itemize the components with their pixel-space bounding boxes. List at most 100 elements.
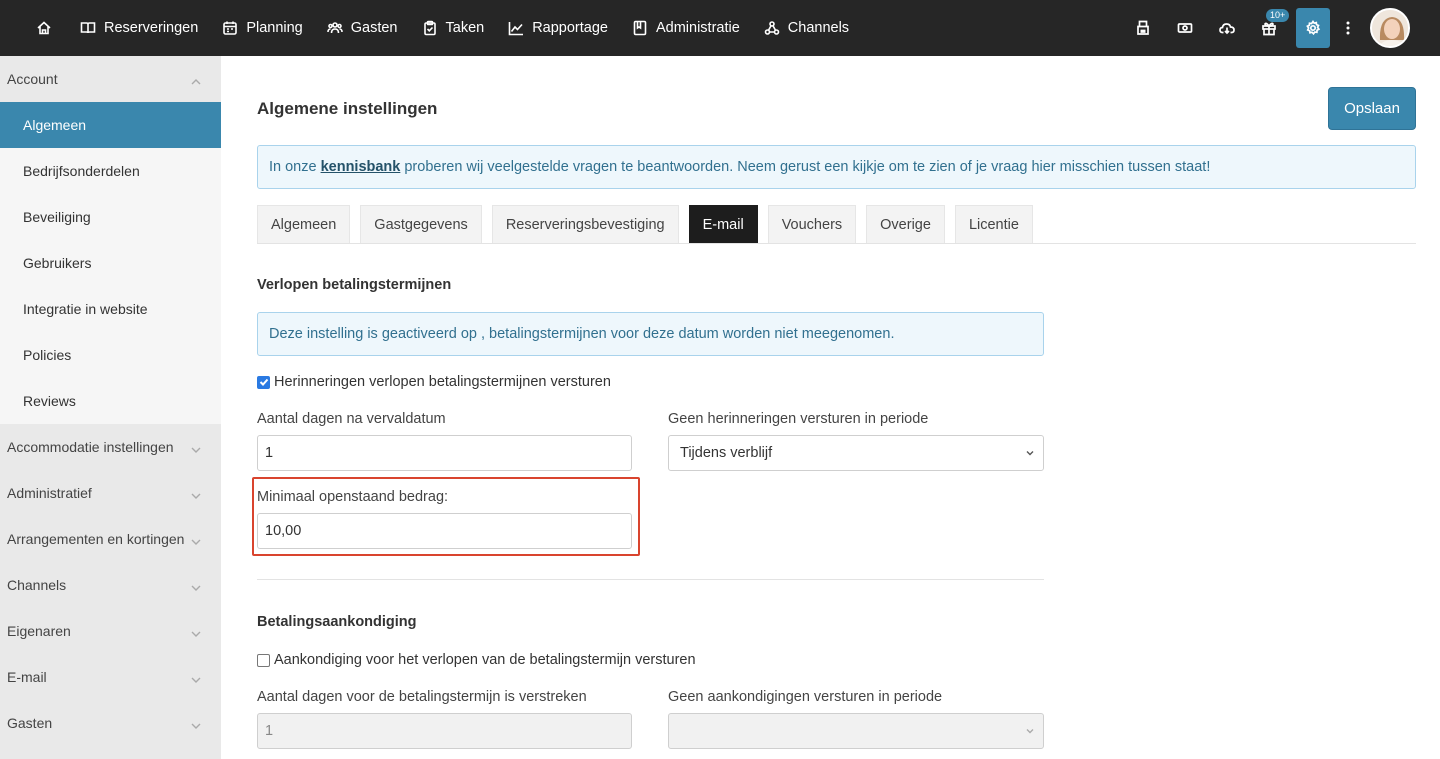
kennisbank-link[interactable]: kennisbank (321, 159, 401, 175)
nav-label: Channels (787, 20, 850, 36)
sidebar-group-label: Channels (7, 577, 67, 593)
sidebar-group-label: E-mail (7, 669, 47, 685)
sidebar-item-label: Gebruikers (23, 255, 92, 271)
nav-taken[interactable]: Taken (410, 0, 497, 56)
printer-button[interactable] (1122, 0, 1164, 56)
sidebar-group-arrangementen[interactable]: Arrangementen en kortingen (0, 516, 221, 562)
no-reminder-period-select[interactable]: Tijdens verblijf (668, 435, 1044, 471)
nav-label: Administratie (655, 20, 740, 36)
nav-planning[interactable]: Planning (210, 0, 314, 56)
sidebar-item-beveiliging[interactable]: Beveiliging (0, 194, 221, 240)
no-announcement-period-label: Geen aankondigingen versturen in periode (668, 689, 943, 705)
chevron-down-icon (1026, 729, 1034, 734)
section-divider (257, 579, 1044, 580)
days-after-input[interactable]: 1 (257, 435, 632, 471)
sidebar-item-reviews[interactable]: Reviews (0, 378, 221, 424)
user-avatar[interactable] (1370, 8, 1410, 48)
days-after-label: Aantal dagen na vervaldatum (257, 411, 446, 427)
tab-overige[interactable]: Overige (866, 205, 945, 243)
nav-administratie[interactable]: Administratie (620, 0, 752, 56)
info-prefix: In onze (269, 159, 317, 175)
settings-button[interactable] (1296, 8, 1330, 48)
gift-icon (1262, 22, 1276, 36)
tab-gastgegevens[interactable]: Gastgegevens (360, 205, 482, 243)
reminder-checkbox[interactable] (257, 375, 270, 389)
reminder-checkbox-row[interactable]: Herinneringen verlopen betalingstermijne… (257, 374, 611, 390)
chevron-down-icon (191, 580, 201, 591)
days-before-label: Aantal dagen voor de betalingstermijn is… (257, 689, 587, 705)
cloud-download-button[interactable] (1206, 0, 1248, 56)
sidebar-item-label: Reviews (23, 393, 76, 409)
sidebar-item-gebruikers[interactable]: Gebruikers (0, 240, 221, 286)
sidebar-group-label: Arrangementen en kortingen (7, 531, 185, 547)
book-icon (80, 22, 96, 34)
chevron-down-icon (191, 534, 201, 545)
sidebar-item-algemeen[interactable]: Algemeen (0, 102, 221, 148)
select-value: Tijdens verblijf (680, 445, 773, 461)
settings-sidebar: Account Algemeen Bedrijfsonderdelen Beve… (0, 56, 221, 759)
sidebar-group-label: Gasten (7, 715, 53, 731)
days-before-input[interactable]: 1 (257, 713, 632, 749)
gift-button[interactable]: 10+ (1248, 0, 1290, 56)
more-options-button[interactable] (1336, 0, 1360, 56)
announcement-checkbox[interactable] (257, 653, 270, 667)
sidebar-group-label: Accommodatie instellingen (7, 439, 174, 455)
sidebar-item-label: Integratie in website (23, 301, 148, 317)
chevron-up-icon (191, 74, 201, 85)
min-amount-label: Minimaal openstaand bedrag: (257, 489, 449, 505)
sidebar-group-label: Account (7, 71, 58, 87)
chevron-down-icon (191, 488, 201, 499)
nav-reserveringen[interactable]: Reserveringen (68, 0, 210, 56)
sidebar-item-label: Beveiliging (23, 209, 91, 225)
knowledge-base-info: In onze kennisbank proberen wij veelgest… (257, 145, 1416, 189)
cloud-download-icon (1219, 23, 1235, 35)
activation-note: Deze instelling is geactiveerd op , beta… (257, 312, 1044, 356)
sidebar-group-gasten[interactable]: Gasten (0, 700, 221, 746)
cash-button[interactable] (1164, 0, 1206, 56)
nav-rapportage[interactable]: Rapportage (496, 0, 620, 56)
chevron-down-icon (191, 718, 201, 729)
sidebar-item-policies[interactable]: Policies (0, 332, 221, 378)
vertical-dots-icon (1346, 21, 1350, 35)
nav-label: Taken (445, 20, 485, 36)
chart-icon (508, 22, 524, 36)
section-title-betalingsaankondiging: Betalingsaankondiging (257, 614, 417, 630)
clipboard-icon (423, 20, 436, 36)
tab-email[interactable]: E-mail (688, 205, 758, 243)
sidebar-item-bedrijfsonderdelen[interactable]: Bedrijfsonderdelen (0, 148, 221, 194)
sidebar-group-label: Administratief (7, 485, 92, 501)
sidebar-group-eigenaren[interactable]: Eigenaren (0, 608, 221, 654)
calendar-icon (223, 21, 238, 35)
save-button[interactable]: Opslaan (1328, 87, 1416, 130)
sidebar-item-integratie[interactable]: Integratie in website (0, 286, 221, 332)
sidebar-item-label: Algemeen (23, 117, 87, 133)
announcement-checkbox-label: Aankondiging voor het verlopen van de be… (274, 652, 696, 668)
gear-icon (1306, 20, 1321, 36)
sidebar-group-label: Eigenaren (7, 623, 71, 639)
navbar-right-tools: 10+ (1122, 0, 1440, 56)
sidebar-group-email[interactable]: E-mail (0, 654, 221, 700)
tab-algemeen[interactable]: Algemeen (257, 205, 351, 243)
sidebar-group-accommodatie[interactable]: Accommodatie instellingen (0, 424, 221, 470)
sidebar-group-administratief[interactable]: Administratief (0, 470, 221, 516)
chevron-down-icon (191, 672, 201, 683)
min-amount-input[interactable]: 10,00 (257, 513, 632, 549)
nav-label: Reserveringen (104, 20, 199, 36)
nav-channels[interactable]: Channels (752, 0, 861, 56)
announcement-checkbox-row[interactable]: Aankondiging voor het verlopen van de be… (257, 652, 696, 668)
reminder-checkbox-label: Herinneringen verlopen betalingstermijne… (274, 374, 611, 390)
tab-licentie[interactable]: Licentie (954, 205, 1033, 243)
nav-label: Planning (246, 20, 303, 36)
avatar-image (1372, 10, 1408, 46)
checkmark-icon (259, 378, 268, 386)
sidebar-group-account[interactable]: Account (0, 56, 221, 102)
tab-vouchers[interactable]: Vouchers (767, 205, 857, 243)
tab-reserveringsbevestiging[interactable]: Reserveringsbevestiging (491, 205, 679, 243)
notification-badge: 10+ (1266, 9, 1290, 22)
sidebar-group-channels[interactable]: Channels (0, 562, 221, 608)
home-button[interactable] (0, 0, 68, 56)
nav-gasten[interactable]: Gasten (315, 0, 410, 56)
no-announcement-period-select[interactable] (668, 713, 1044, 749)
sidebar-item-label: Policies (23, 347, 72, 363)
channels-icon (764, 21, 780, 35)
